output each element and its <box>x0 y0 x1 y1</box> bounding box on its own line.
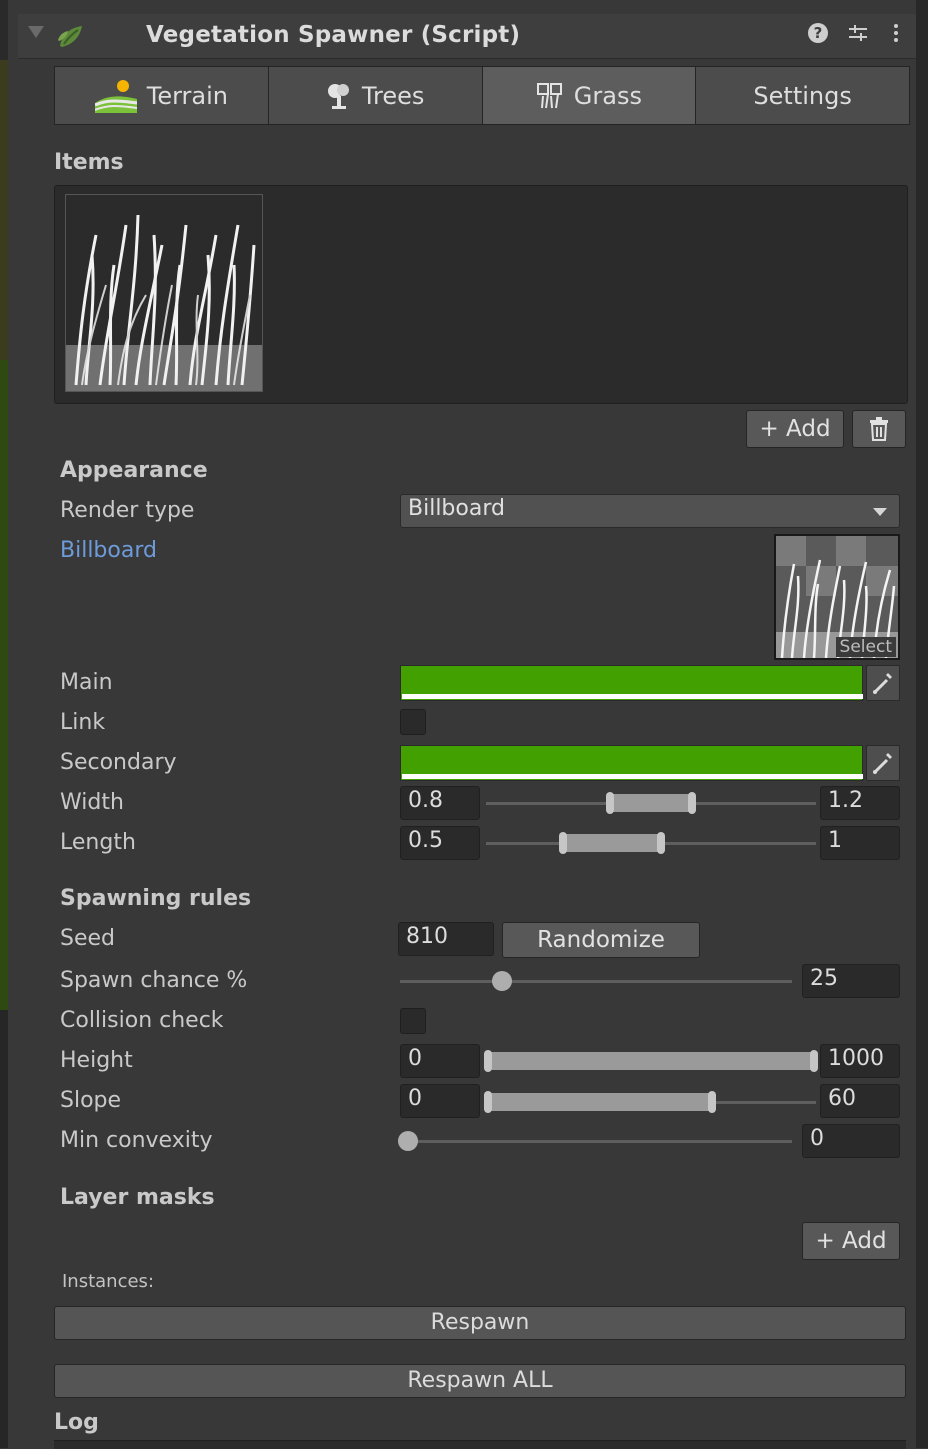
items-heading: Items <box>54 150 124 175</box>
items-list <box>54 185 908 404</box>
spawn-chance-slider-knob[interactable] <box>492 971 512 991</box>
tab-settings[interactable]: Settings <box>696 67 909 124</box>
dropdown-arrow-icon <box>873 508 887 516</box>
width-min-field[interactable]: 0.8 <box>400 786 480 820</box>
length-label: Length <box>60 830 136 855</box>
grass-icon <box>536 82 562 108</box>
billboard-label[interactable]: Billboard <box>60 538 157 563</box>
length-max-field[interactable]: 1 <box>820 826 900 860</box>
help-icon[interactable]: ? <box>806 22 830 48</box>
render-type-dropdown[interactable]: Billboard <box>400 494 900 528</box>
tab-trees-label: Trees <box>361 81 425 110</box>
width-range-handle[interactable] <box>606 792 696 814</box>
add-item-button[interactable]: + Add <box>746 410 844 448</box>
layer-masks-heading: Layer masks <box>60 1185 215 1210</box>
more-options-icon[interactable] <box>884 22 908 48</box>
main-color-label: Main <box>60 670 113 695</box>
min-convexity-field[interactable]: 0 <box>802 1124 900 1158</box>
tab-grass[interactable]: Grass <box>482 67 696 124</box>
link-checkbox[interactable] <box>400 709 426 735</box>
length-min-field[interactable]: 0.5 <box>400 826 480 860</box>
tree-icon <box>327 83 349 109</box>
length-range-handle[interactable] <box>559 832 665 854</box>
slope-label: Slope <box>60 1088 122 1113</box>
left-edge-strip <box>0 0 8 1448</box>
respawn-all-button[interactable]: Respawn ALL <box>54 1364 906 1398</box>
spawn-chance-field[interactable]: 25 <box>802 964 900 998</box>
secondary-color-label: Secondary <box>60 750 177 775</box>
log-heading: Log <box>54 1410 99 1435</box>
presets-icon[interactable] <box>846 22 870 48</box>
vegetation-leaf-icon <box>58 26 82 47</box>
right-edge-strip <box>916 0 928 1448</box>
billboard-select-label[interactable]: Select <box>835 637 896 657</box>
render-type-label: Render type <box>60 498 195 523</box>
component-title: Vegetation Spawner (Script) <box>146 22 521 48</box>
tab-settings-label: Settings <box>753 81 852 110</box>
seed-field[interactable]: 810 <box>398 922 494 956</box>
height-min-field[interactable]: 0 <box>400 1044 480 1078</box>
slope-max-field[interactable]: 60 <box>820 1084 900 1118</box>
eyedropper-icon[interactable] <box>866 745 900 781</box>
tab-terrain[interactable]: Terrain <box>55 67 268 124</box>
tab-terrain-label: Terrain <box>146 81 228 110</box>
randomize-button[interactable]: Randomize <box>502 922 700 958</box>
add-layer-mask-button[interactable]: + Add <box>802 1222 900 1260</box>
trash-icon <box>870 417 888 441</box>
grass-item-thumbnail[interactable] <box>65 194 263 392</box>
appearance-heading: Appearance <box>60 458 208 483</box>
width-label: Width <box>60 790 124 815</box>
spawn-chance-slider-track[interactable] <box>400 980 792 983</box>
inspector-panel: Vegetation Spawner (Script) ? Terrain Tr… <box>8 0 916 1449</box>
width-max-field[interactable]: 1.2 <box>820 786 900 820</box>
height-max-field[interactable]: 1000 <box>820 1044 900 1078</box>
slope-min-field[interactable]: 0 <box>400 1084 480 1118</box>
component-header[interactable]: Vegetation Spawner (Script) ? <box>18 14 916 59</box>
collision-check-label: Collision check <box>60 1008 224 1033</box>
delete-item-button[interactable] <box>852 410 906 448</box>
terrain-icon <box>94 79 137 113</box>
min-convexity-label: Min convexity <box>60 1128 213 1153</box>
tab-trees[interactable]: Trees <box>268 67 482 124</box>
min-convexity-slider-knob[interactable] <box>398 1131 418 1151</box>
main-color-swatch[interactable] <box>400 665 863 701</box>
secondary-color-swatch[interactable] <box>400 745 863 781</box>
collision-check-checkbox[interactable] <box>400 1008 426 1034</box>
main-color-field[interactable] <box>400 665 900 701</box>
link-label: Link <box>60 710 106 735</box>
instances-label: Instances: <box>62 1271 155 1292</box>
slope-range-handle[interactable] <box>484 1091 716 1113</box>
tab-grass-label: Grass <box>573 81 642 110</box>
svg-text:?: ? <box>814 24 823 42</box>
seed-label: Seed <box>60 926 115 951</box>
secondary-color-field[interactable] <box>400 745 900 781</box>
grass-texture-image <box>66 195 262 391</box>
height-range-handle[interactable] <box>484 1050 818 1072</box>
billboard-texture-field[interactable]: Select <box>774 534 900 660</box>
spawning-rules-heading: Spawning rules <box>60 886 252 911</box>
eyedropper-icon[interactable] <box>866 665 900 701</box>
tab-bar: Terrain Trees Grass Settings <box>54 66 910 125</box>
min-convexity-slider-track[interactable] <box>400 1140 792 1143</box>
render-type-value: Billboard <box>408 496 505 521</box>
respawn-button[interactable]: Respawn <box>54 1306 906 1340</box>
spawn-chance-label: Spawn chance % <box>60 968 248 993</box>
height-label: Height <box>60 1048 133 1073</box>
foldout-arrow-icon[interactable] <box>28 26 44 38</box>
